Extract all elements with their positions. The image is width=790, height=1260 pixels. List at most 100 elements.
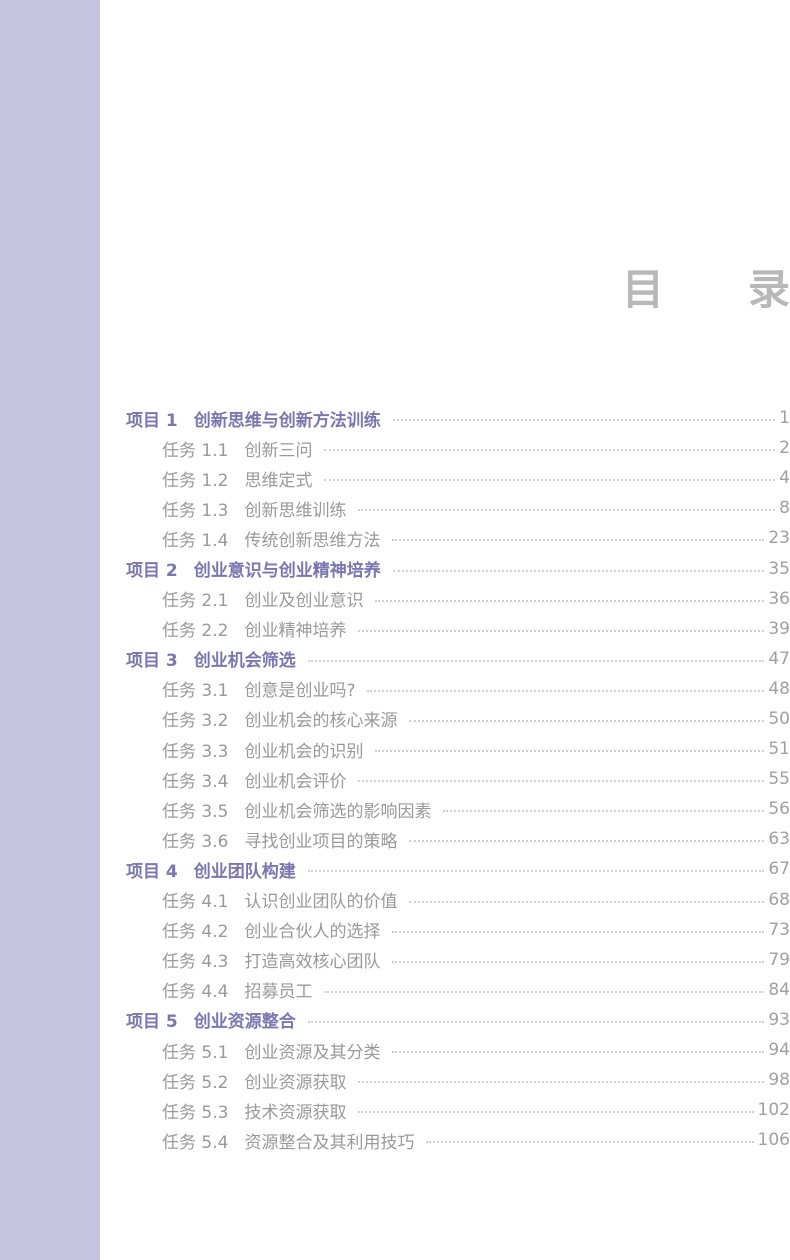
dot-leader <box>367 689 765 692</box>
toc-entry-title: 创新思维训练 <box>244 500 347 521</box>
toc-entry-page-number: 51 <box>768 739 790 760</box>
toc-entry-number: 任务 5.4 <box>162 1132 229 1153</box>
toc-section-entry[interactable]: 任务 5.2 创业资源获取 98 <box>126 1065 790 1095</box>
toc-entry-number: 任务 3.1 <box>162 681 229 702</box>
toc-entry-number: 任务 1.4 <box>162 530 229 551</box>
dot-leader <box>324 449 776 452</box>
toc-entry-number: 任务 4.4 <box>162 982 229 1003</box>
toc-entry-number: 任务 4.2 <box>162 922 229 943</box>
toc-entry-page-number: 106 <box>757 1130 790 1151</box>
toc-entry-number: 项目 5 <box>126 1012 178 1033</box>
toc-entry-page-number: 36 <box>768 588 790 609</box>
toc-entry-page-number: 94 <box>768 1040 790 1061</box>
toc-heading: 目 录 <box>560 262 790 318</box>
toc-entry-page-number: 56 <box>768 799 790 820</box>
toc-section-entry[interactable]: 任务 1.2 思维定式 4 <box>126 463 790 493</box>
toc-entry-title: 创业机会筛选 <box>193 651 296 672</box>
toc-section-entry[interactable]: 任务 2.2 创业精神培养 39 <box>126 614 790 644</box>
toc-entry-number: 项目 3 <box>126 651 178 672</box>
toc-section-entry[interactable]: 任务 3.3 创业机会的识别 51 <box>126 734 790 764</box>
toc-chapter-entry[interactable]: 项目 3 创业机会筛选 47 <box>126 644 790 674</box>
dot-leader <box>358 629 765 632</box>
toc-entry-page-number: 23 <box>768 528 790 549</box>
toc-entry-title: 创新思维与创新方法训练 <box>193 410 381 431</box>
toc-entry-title: 创业团队构建 <box>193 861 296 882</box>
dot-leader <box>392 960 765 963</box>
toc-section-entry[interactable]: 任务 1.1 创新三问 2 <box>126 433 790 463</box>
toc-list: 项目 1 创新思维与创新方法训练 1 任务 1.1 创新三问 2 任务 1.2 思维定式 4 任务… <box>126 403 790 1155</box>
toc-entry-title: 创业资源获取 <box>244 1072 347 1093</box>
toc-entry-title: 创业资源及其分类 <box>244 1042 381 1063</box>
toc-entry-number: 项目 4 <box>126 861 178 882</box>
toc-section-entry[interactable]: 任务 5.3 技术资源获取 102 <box>126 1095 790 1125</box>
toc-section-entry[interactable]: 任务 2.1 创业及创业意识 36 <box>126 584 790 614</box>
toc-entry-number: 任务 1.2 <box>162 470 229 491</box>
toc-chapter-entry[interactable]: 项目 2 创业意识与创业精神培养 35 <box>126 553 790 583</box>
toc-entry-number: 项目 1 <box>126 410 178 431</box>
side-color-band <box>0 0 100 1260</box>
toc-section-entry[interactable]: 任务 4.3 打造高效核心团队 79 <box>126 945 790 975</box>
toc-section-entry[interactable]: 任务 4.1 认识创业团队的价值 68 <box>126 885 790 915</box>
toc-entry-page-number: 93 <box>768 1009 790 1030</box>
dot-leader <box>307 1020 765 1023</box>
dot-leader <box>358 780 765 783</box>
dot-leader <box>324 990 765 993</box>
toc-entry-title: 认识创业团队的价值 <box>244 892 398 913</box>
dot-leader <box>392 569 765 572</box>
toc-entry-title: 创意是创业吗? <box>244 681 356 702</box>
toc-entry-number: 任务 3.5 <box>162 801 229 822</box>
toc-entry-title: 技术资源获取 <box>244 1102 347 1123</box>
dot-leader <box>443 810 765 813</box>
dot-leader <box>307 659 765 662</box>
toc-entry-page-number: 79 <box>768 949 790 970</box>
toc-section-entry[interactable]: 任务 3.6 寻找创业项目的策略 63 <box>126 824 790 854</box>
toc-entry-page-number: 73 <box>768 919 790 940</box>
toc-entry-page-number: 63 <box>768 829 790 850</box>
toc-section-entry[interactable]: 任务 5.4 资源整合及其利用技巧 106 <box>126 1125 790 1155</box>
toc-entry-number: 任务 3.3 <box>162 741 229 762</box>
toc-entry-title: 创业资源整合 <box>193 1012 296 1033</box>
toc-section-entry[interactable]: 任务 3.2 创业机会的核心来源 50 <box>126 704 790 734</box>
toc-section-entry[interactable]: 任务 3.1 创意是创业吗? 48 <box>126 674 790 704</box>
toc-entry-title: 创业机会筛选的影响因素 <box>244 801 432 822</box>
toc-entry-page-number: 1 <box>779 408 790 429</box>
toc-entry-title: 创业意识与创业精神培养 <box>193 561 381 582</box>
toc-section-entry[interactable]: 任务 3.4 创业机会评价 55 <box>126 764 790 794</box>
toc-entry-title: 创业机会评价 <box>244 771 347 792</box>
toc-section-entry[interactable]: 任务 1.4 传统创新思维方法 23 <box>126 523 790 553</box>
toc-chapter-entry[interactable]: 项目 4 创业团队构建 67 <box>126 854 790 884</box>
toc-entry-number: 任务 4.1 <box>162 892 229 913</box>
toc-entry-title: 招募员工 <box>244 982 313 1003</box>
dot-leader <box>426 1141 754 1144</box>
toc-entry-title: 资源整合及其利用技巧 <box>244 1132 415 1153</box>
dot-leader <box>392 419 776 422</box>
toc-entry-number: 任务 2.1 <box>162 591 229 612</box>
toc-entry-page-number: 47 <box>768 648 790 669</box>
toc-section-entry[interactable]: 任务 5.1 创业资源及其分类 94 <box>126 1035 790 1065</box>
toc-entry-number: 任务 4.3 <box>162 952 229 973</box>
toc-entry-number: 任务 5.3 <box>162 1102 229 1123</box>
dot-leader <box>358 509 776 512</box>
toc-entry-title: 创新三问 <box>244 440 313 461</box>
toc-section-entry[interactable]: 任务 4.2 创业合伙人的选择 73 <box>126 915 790 945</box>
toc-entry-page-number: 2 <box>779 438 790 459</box>
toc-entry-page-number: 8 <box>779 498 790 519</box>
toc-entry-title: 创业精神培养 <box>244 621 347 642</box>
toc-entry-page-number: 98 <box>768 1070 790 1091</box>
dot-leader <box>392 930 765 933</box>
toc-chapter-entry[interactable]: 项目 5 创业资源整合 93 <box>126 1005 790 1035</box>
dot-leader <box>375 599 765 602</box>
dot-leader <box>307 870 765 873</box>
toc-chapter-entry[interactable]: 项目 1 创新思维与创新方法训练 1 <box>126 403 790 433</box>
toc-entry-number: 任务 5.1 <box>162 1042 229 1063</box>
toc-entry-page-number: 39 <box>768 618 790 639</box>
dot-leader <box>375 750 765 753</box>
toc-section-entry[interactable]: 任务 4.4 招募员工 84 <box>126 975 790 1005</box>
toc-section-entry[interactable]: 任务 3.5 创业机会筛选的影响因素 56 <box>126 794 790 824</box>
toc-section-entry[interactable]: 任务 1.3 创新思维训练 8 <box>126 493 790 523</box>
dot-leader <box>409 840 765 843</box>
dot-leader <box>324 479 776 482</box>
dot-leader <box>392 539 765 542</box>
toc-entry-title: 创业机会的识别 <box>244 741 364 762</box>
toc-entry-title: 创业合伙人的选择 <box>244 922 381 943</box>
